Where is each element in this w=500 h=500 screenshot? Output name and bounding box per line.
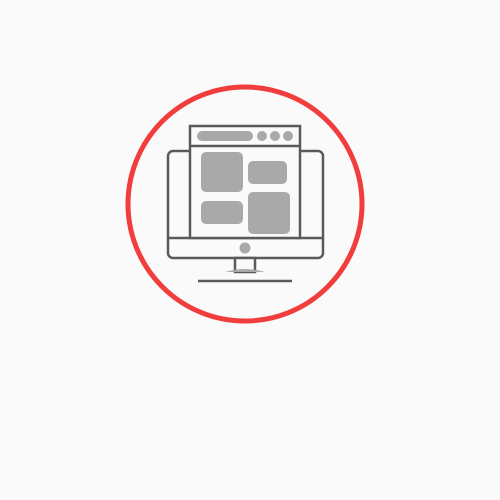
layout-block-large-left bbox=[201, 152, 243, 192]
layout-block-bottom-left bbox=[201, 201, 243, 224]
illustration-canvas bbox=[0, 0, 500, 500]
monitor-power-dot bbox=[239, 242, 251, 254]
browser-address-bar bbox=[197, 131, 253, 141]
browser-button-dot-1 bbox=[257, 131, 267, 141]
layout-block-top-right bbox=[248, 161, 287, 184]
layout-block-large-right bbox=[248, 192, 290, 234]
browser-button-dot-2 bbox=[270, 131, 280, 141]
browser-button-dot-3 bbox=[283, 131, 293, 141]
monitor-stand-base bbox=[225, 269, 265, 272]
desktop-monitor-webpage-layout-icon bbox=[125, 84, 365, 324]
